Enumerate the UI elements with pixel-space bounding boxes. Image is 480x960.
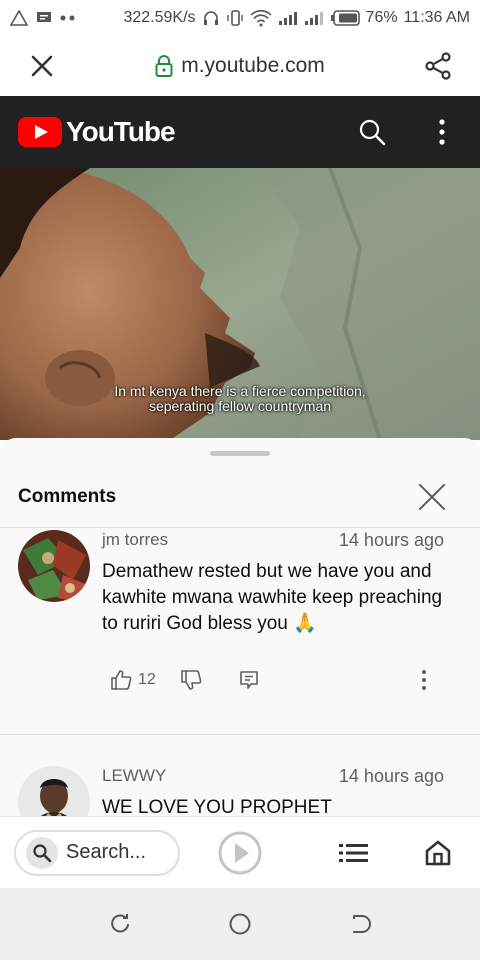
alert-icon: [10, 10, 28, 26]
close-comments-button[interactable]: [412, 477, 452, 517]
search-icon: [359, 119, 386, 146]
url-display[interactable]: m.youtube.com: [62, 54, 418, 78]
browser-bottom-bar: Search...: [0, 816, 480, 888]
status-bar: 322.59K/s 76% 11:36 AM: [0, 0, 480, 36]
thumbs-down-icon: [180, 670, 202, 690]
list-icon: [339, 843, 368, 862]
comment-divider: [0, 734, 480, 735]
thumbs-up-icon: [111, 670, 132, 690]
close-icon: [31, 55, 53, 77]
reply-icon: [239, 671, 258, 689]
like-count: 12: [138, 671, 156, 688]
search-icon: [26, 836, 58, 869]
tabs-list-button[interactable]: [334, 833, 374, 873]
comment-time: 14 hours ago: [338, 530, 444, 550]
youtube-header: YouTube: [0, 96, 480, 168]
avatar[interactable]: [18, 530, 90, 602]
avatar-image: [18, 530, 90, 602]
close-tab-button[interactable]: [22, 46, 62, 86]
battery-level: 76%: [365, 9, 398, 26]
comments-title: Comments: [18, 485, 117, 507]
comments-panel: Comments jm torres 14 hours ago Demathew…: [0, 438, 480, 816]
youtube-logo-text: YouTube: [66, 116, 176, 147]
home-circle-icon: [229, 913, 251, 935]
video-caption-line-1: In mt kenya there is a fierce competitio…: [114, 383, 366, 399]
lock-icon: [155, 55, 173, 77]
share-button[interactable]: [418, 46, 458, 86]
play-icon: [218, 831, 262, 874]
youtube-play-logo-icon: [18, 117, 62, 147]
dislike-button[interactable]: [178, 660, 204, 700]
youtube-menu-button[interactable]: [422, 112, 462, 152]
headphones-icon: [202, 9, 220, 27]
browser-url-bar: m.youtube.com: [0, 36, 480, 96]
wifi-icon: [249, 9, 272, 27]
media-play-button[interactable]: [216, 829, 264, 877]
vibrate-icon: [226, 9, 244, 27]
home-button[interactable]: [418, 833, 458, 873]
network-speed: 322.59K/s: [123, 9, 196, 26]
video-player[interactable]: In mt kenya there is a fierce competitio…: [0, 168, 480, 440]
comments-header: Comments: [0, 466, 480, 528]
message-icon: [36, 11, 52, 25]
signal-icon-2: [304, 10, 324, 26]
comment-text: Demathew rested but we have you and kawh…: [102, 561, 443, 634]
video-caption-line-2: seperating fellow countryman: [148, 398, 332, 414]
youtube-search-button[interactable]: [352, 112, 392, 152]
video-caption: In mt kenya there is a fierce competitio…: [0, 384, 480, 414]
comment-item: jm torres 14 hours ago Demathew rested b…: [0, 530, 480, 736]
browser-search-box[interactable]: Search...: [14, 829, 180, 876]
avatar[interactable]: [18, 766, 90, 816]
share-icon: [425, 52, 451, 80]
recent-apps-button[interactable]: [100, 904, 140, 944]
comment-author[interactable]: jm torres: [102, 530, 168, 551]
comment-menu-button[interactable]: [414, 660, 434, 700]
home-icon: [425, 840, 451, 865]
comment-author[interactable]: LEWWY: [102, 766, 166, 787]
recent-apps-icon: [111, 914, 129, 933]
like-button[interactable]: [108, 660, 134, 700]
battery-icon: [330, 10, 360, 26]
home-nav-button[interactable]: [220, 904, 260, 944]
comment-item: LEWWY 14 hours ago WE LOVE YOU PROPHET: [0, 766, 480, 816]
youtube-logo[interactable]: YouTube: [18, 116, 176, 148]
avatar-image: [18, 766, 90, 816]
more-notifications-icon: [60, 15, 76, 21]
search-placeholder: Search...: [66, 841, 147, 863]
comment-time: 14 hours ago: [338, 766, 444, 786]
back-button[interactable]: [340, 904, 380, 944]
url-text: m.youtube.com: [181, 54, 325, 77]
clock: 11:36 AM: [403, 9, 470, 26]
close-icon: [419, 483, 445, 510]
more-vertical-icon: [422, 670, 426, 690]
comment-text: WE LOVE YOU PROPHET: [102, 797, 332, 816]
more-vertical-icon: [439, 119, 445, 145]
reply-button[interactable]: [236, 660, 262, 700]
back-icon: [353, 915, 371, 933]
signal-icon: [278, 10, 298, 26]
system-nav-bar: [0, 888, 480, 960]
drag-handle[interactable]: [210, 451, 270, 456]
